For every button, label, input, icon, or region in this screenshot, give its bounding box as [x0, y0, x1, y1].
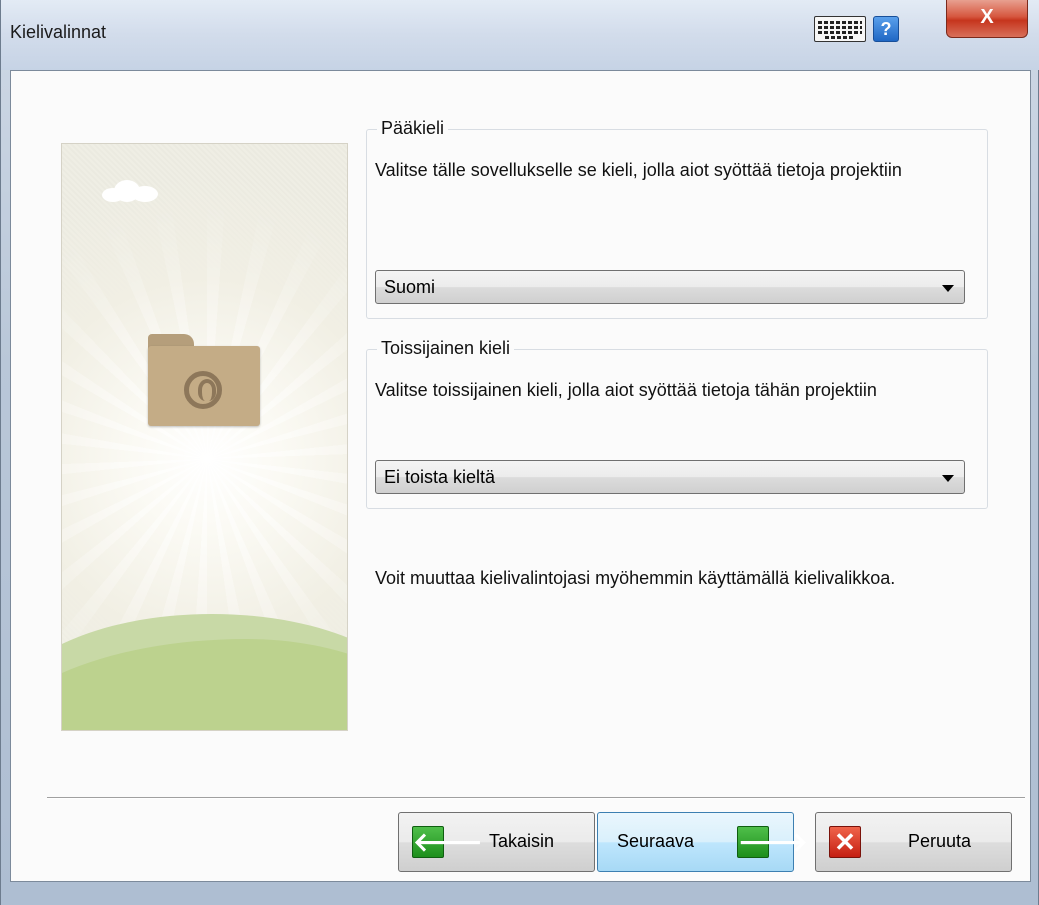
primary-language-legend: Pääkieli: [377, 118, 449, 139]
primary-language-group: Pääkieli Valitse tälle sovellukselle se …: [366, 118, 988, 319]
language-change-note: Voit muuttaa kielivalintojasi myöhemmin …: [375, 568, 896, 588]
secondary-language-description: Valitse toissijainen kieli, jolla aiot s…: [375, 380, 877, 400]
secondary-language-select[interactable]: Ei toista kieltä: [375, 460, 965, 494]
footer-divider: [47, 797, 1025, 799]
primary-language-description: Valitse tälle sovellukselle se kieli, jo…: [375, 160, 902, 180]
close-button[interactable]: X: [946, 0, 1028, 38]
keyboard-icon[interactable]: [814, 16, 866, 42]
cloud-illustration: [102, 180, 162, 202]
secondary-language-legend: Toissijainen kieli: [377, 338, 515, 359]
arrow-right-icon: 🡒: [737, 826, 808, 858]
secondary-language-value: Ei toista kieltä: [384, 467, 496, 487]
back-button-label: Takaisin: [489, 831, 555, 851]
cancel-button-label: Peruuta: [908, 831, 972, 851]
illustration-panel: [61, 143, 348, 731]
dialog-window: Kielivalinnat ? X Pääkieli Valitse tälle: [0, 0, 1039, 905]
window-title: Kielivalinnat: [10, 22, 107, 42]
primary-language-value: Suomi: [384, 277, 436, 297]
help-icon[interactable]: ?: [873, 16, 899, 42]
chevron-down-icon: [942, 285, 954, 292]
chevron-down-icon: [942, 475, 954, 482]
close-icon: X: [980, 6, 994, 28]
folder-logo-icon: [148, 334, 260, 434]
arrow-left-icon: 🡐: [412, 826, 483, 858]
next-button[interactable]: Seuraava 🡒: [597, 812, 808, 872]
back-button[interactable]: 🡐 Takaisin: [398, 812, 595, 872]
cancel-button[interactable]: ✕ Peruuta: [815, 812, 1012, 872]
next-button-label: Seuraava: [617, 831, 695, 851]
secondary-language-group: Toissijainen kieli Valitse toissijainen …: [366, 338, 988, 509]
cancel-icon: ✕: [829, 826, 861, 858]
primary-language-select[interactable]: Suomi: [375, 270, 965, 304]
title-bar[interactable]: Kielivalinnat ? X: [1, 0, 1039, 70]
